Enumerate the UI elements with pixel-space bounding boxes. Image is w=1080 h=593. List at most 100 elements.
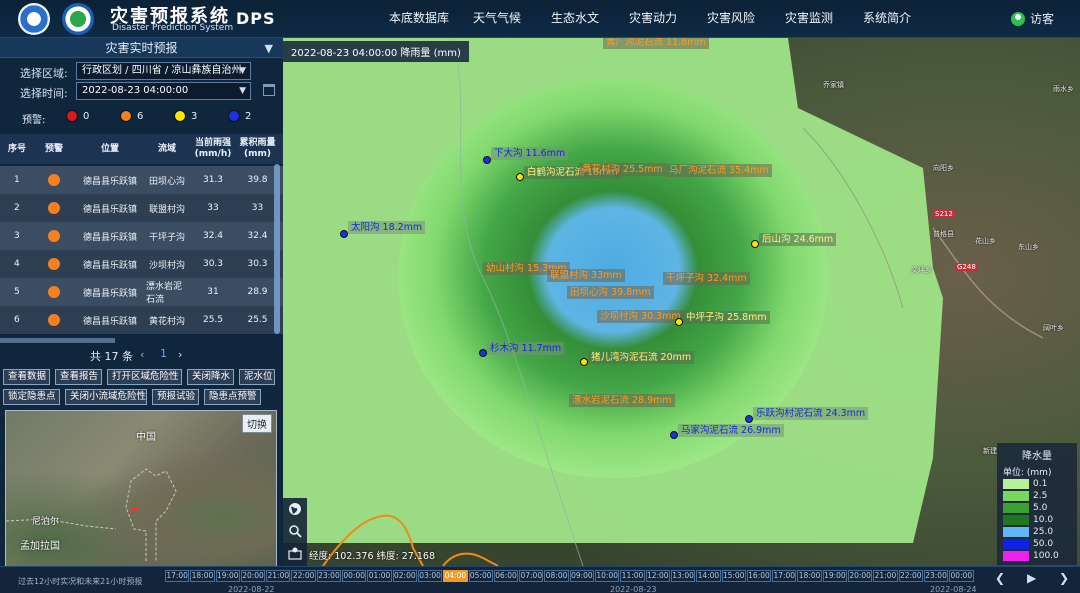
pager-prev-icon[interactable]: ‹ (140, 348, 144, 361)
panel-header: 灾害实时预报 ▼ (0, 38, 283, 58)
timeline-tick[interactable]: 08:00 (544, 570, 569, 582)
table-row[interactable]: 3 德昌县乐跃镇 干坪子沟 32.4 32.4 (0, 222, 283, 250)
cell-total: 39.8 (247, 175, 268, 185)
timeline-tick[interactable]: 10:00 (595, 570, 620, 582)
site-marker[interactable] (751, 240, 759, 248)
table-row[interactable]: 6 德昌县乐跃镇 黄花村沟 25.5 25.5 (0, 306, 283, 334)
timeline-tick[interactable]: 00:00 (342, 570, 367, 582)
forecast-test-button[interactable]: 预报试验 (152, 389, 199, 405)
table-scrollbar[interactable] (274, 164, 280, 334)
timeline-tick[interactable]: 01:00 (367, 570, 392, 582)
nav-item-ecohydro[interactable]: 生态水文 (536, 0, 614, 38)
site-marker[interactable] (516, 173, 524, 181)
timeline-tick[interactable]: 18:00 (190, 570, 215, 582)
view-report-button[interactable]: 查看报告 (55, 369, 102, 385)
map-title: 2022-08-23 04:00:00 降雨量 (mm) (283, 41, 469, 62)
timeline-tick[interactable]: 06:00 (493, 570, 519, 582)
nav-item-dynamics[interactable]: 灾害动力 (614, 0, 692, 38)
user-menu[interactable]: 访客 (1010, 10, 1054, 27)
calendar-icon[interactable] (263, 84, 275, 96)
nav-item-about[interactable]: 系统简介 (848, 0, 926, 38)
legend-row: 100.0 (1003, 550, 1077, 562)
lock-hazard-button[interactable]: 锁定隐患点 (3, 389, 60, 405)
timeline-tick[interactable]: 11:00 (620, 570, 645, 582)
timeline-tick[interactable]: 09:00 (569, 570, 595, 582)
timeline-tick[interactable]: 21:00 (266, 570, 291, 582)
timeline-tick[interactable]: 20:00 (240, 570, 266, 582)
table-row[interactable]: 4 德昌县乐跃镇 沙坝村沟 30.3 30.3 (0, 250, 283, 278)
region-select[interactable]: 行政区划 / 四川省 / 凉山彝族自治州 ▼ (76, 62, 251, 80)
site-marker[interactable] (483, 156, 491, 164)
table-row[interactable]: 2 德昌县乐跃镇 联盟村沟 33 33 (0, 194, 283, 222)
timeline-tick[interactable]: 19:00 (822, 570, 848, 582)
timeline-tick[interactable]: 00:00 (949, 570, 974, 582)
pager-current-page[interactable]: 1 (160, 347, 167, 360)
overview-minimap[interactable]: 中国 尼泊尔 孟加拉国 切换 (5, 410, 277, 588)
timeline-tick[interactable]: 16:00 (746, 570, 772, 582)
next-frame-icon[interactable]: ❯ (1059, 571, 1069, 585)
cell-no: 4 (14, 259, 20, 269)
timeline-tick[interactable]: 19:00 (215, 570, 240, 582)
col-location: 位置 (100, 143, 119, 154)
close-basin-risk-button[interactable]: 关闭小流域危险性 (65, 389, 147, 405)
timeline-tick[interactable]: 05:00 (468, 570, 493, 582)
timeline-tick[interactable]: 17:00 (772, 570, 797, 582)
nav-item-basedb[interactable]: 本底数据库 (380, 0, 458, 38)
search-icon[interactable] (283, 520, 307, 542)
timeline-tick[interactable]: 18:00 (797, 570, 822, 582)
timeline-tick[interactable]: 12:00 (645, 570, 670, 582)
timeline-tick[interactable]: 13:00 (670, 570, 696, 582)
pager-total: 共 17 条 (90, 350, 133, 363)
pager-next-icon[interactable]: › (178, 348, 182, 361)
place-label: 阔叶乡 (1043, 324, 1064, 332)
table-row[interactable]: 5 德昌县乐跃镇 漂水岩泥石流 31 28.9 (0, 278, 283, 306)
legend-swatch (1003, 527, 1029, 537)
close-rain-button[interactable]: 关闭降水 (187, 369, 234, 385)
alert-yellow-count: 3 (191, 110, 198, 122)
timeline-tick[interactable]: 23:00 (316, 570, 342, 582)
timeline-tick[interactable]: 07:00 (519, 570, 544, 582)
table-hscrollbar[interactable] (0, 338, 115, 343)
place-label: 花山乡 (975, 237, 996, 245)
timeline-tick[interactable]: 20:00 (848, 570, 873, 582)
timeline-tick[interactable]: 22:00 (898, 570, 923, 582)
nav-item-monitor[interactable]: 灾害监测 (770, 0, 848, 38)
timeline-tick[interactable]: 02:00 (392, 570, 417, 582)
table-row[interactable]: 1 德昌县乐跃镇 田坝心沟 31.3 39.8 (0, 166, 283, 194)
timeline-tick[interactable]: 14:00 (696, 570, 721, 582)
site-marker[interactable] (670, 431, 678, 439)
view-data-button[interactable]: 查看数据 (3, 369, 50, 385)
play-icon[interactable]: ▶ (1027, 571, 1036, 585)
site-marker[interactable] (479, 349, 487, 357)
timeline-tick[interactable]: 03:00 (417, 570, 443, 582)
prev-frame-icon[interactable]: ❮ (995, 571, 1005, 585)
cell-alert (34, 166, 74, 194)
site-marker[interactable] (745, 415, 753, 423)
col-total: 累积雨量 (mm) (239, 138, 276, 159)
globe-icon[interactable] (283, 498, 307, 520)
globe-glyph (289, 503, 301, 515)
collapse-chevron-icon[interactable]: ▼ (265, 39, 273, 59)
nav-item-risk[interactable]: 灾害风险 (692, 0, 770, 38)
orange-dot-icon (48, 230, 60, 242)
timeline-tick[interactable]: 21:00 (873, 570, 898, 582)
minimap-switch-button[interactable]: 切换 (242, 414, 272, 433)
timeline-tick[interactable]: 04:00 (443, 570, 468, 582)
site-label: 田坝心沟 39.8mm (567, 286, 654, 299)
map-location-icon[interactable] (283, 542, 307, 564)
timeline-tick[interactable]: 15:00 (721, 570, 746, 582)
nav-item-weather[interactable]: 天气气候 (458, 0, 536, 38)
open-region-risk-button[interactable]: 打开区域危险性 (107, 369, 182, 385)
timeline-tick[interactable]: 17:00 (165, 570, 190, 582)
hazard-alert-button[interactable]: 隐患点预警 (204, 389, 261, 405)
site-marker[interactable] (580, 358, 588, 366)
timeline-tick[interactable]: 23:00 (923, 570, 949, 582)
time-select[interactable]: 2022-08-23 04:00:00 ▼ (76, 82, 251, 100)
region-row: 选择区域: 行政区划 / 四川省 / 凉山彝族自治州 ▼ (0, 62, 283, 82)
timeline-tick[interactable]: 22:00 (291, 570, 316, 582)
rainfall-map[interactable]: 2022-08-23 04:00:00 降雨量 (mm) 下大沟 11.6mm … (283, 38, 1080, 566)
site-marker[interactable] (675, 318, 683, 326)
site-marker[interactable] (340, 230, 348, 238)
water-level-button[interactable]: 泥水位 (239, 369, 275, 385)
minimap-location-marker (132, 508, 140, 514)
